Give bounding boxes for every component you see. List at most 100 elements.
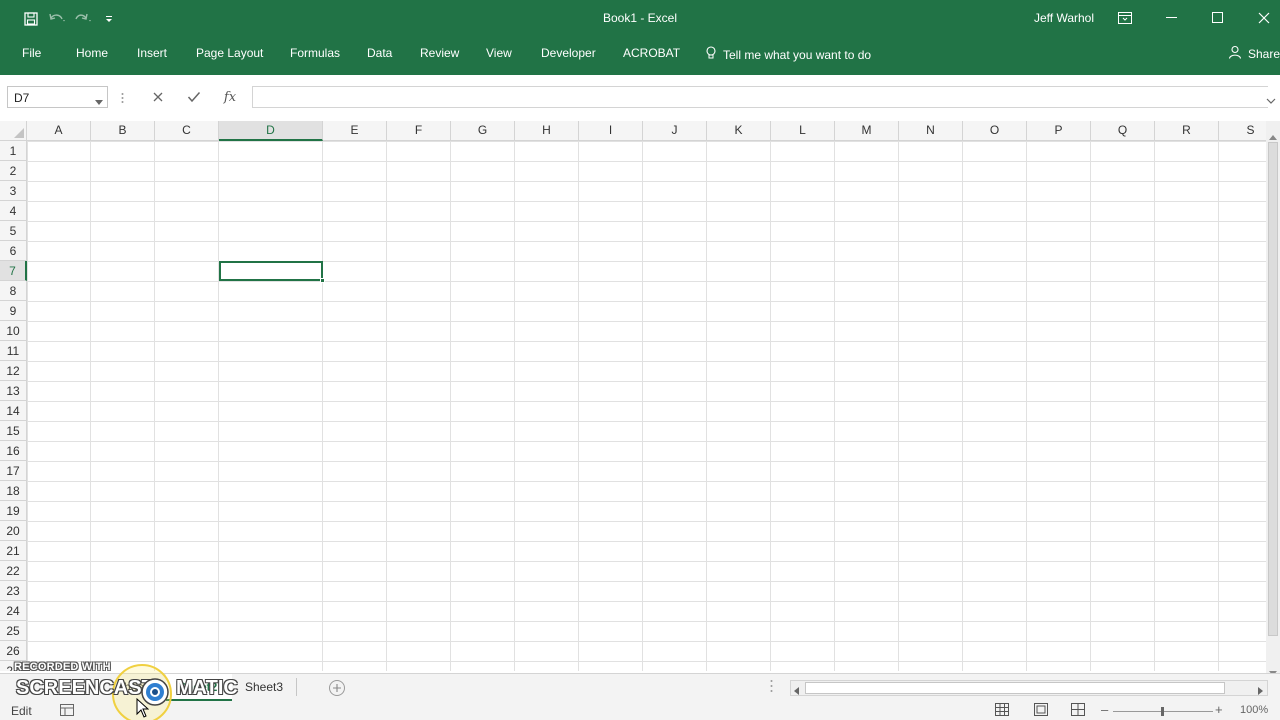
row-header-6[interactable]: 6	[0, 241, 27, 261]
tab-insert[interactable]: Insert	[137, 46, 167, 60]
tell-me-search[interactable]: Tell me what you want to do	[705, 46, 871, 63]
tab-formulas[interactable]: Formulas	[290, 46, 340, 60]
normal-view-icon[interactable]	[995, 703, 1009, 719]
row-header-27[interactable]: 27	[0, 661, 27, 671]
fill-handle[interactable]	[320, 278, 325, 283]
share-button[interactable]: Share	[1228, 45, 1280, 62]
zoom-slider-thumb[interactable]	[1161, 707, 1164, 716]
row-header-5[interactable]: 5	[0, 221, 27, 241]
tell-me-label: Tell me what you want to do	[723, 47, 872, 62]
macro-recording-icon[interactable]	[60, 704, 74, 719]
row-header-12[interactable]: 12	[0, 361, 27, 381]
column-header-e[interactable]: E	[323, 121, 387, 141]
row-header-10[interactable]: 10	[0, 321, 27, 341]
vertical-scroll-thumb[interactable]	[1268, 142, 1278, 636]
tab-home[interactable]: Home	[76, 46, 108, 60]
page-break-preview-icon[interactable]	[1071, 703, 1085, 719]
column-header-q[interactable]: Q	[1091, 121, 1155, 141]
column-header-h[interactable]: H	[515, 121, 579, 141]
worksheet-grid[interactable]: ABCDEFGHIJKLMNOPQRS 1 2 3 4 5 6 7 8 9 10 11 12 13 14 1…	[0, 121, 1266, 671]
row-header-1[interactable]: 1	[0, 141, 27, 161]
zoom-out-icon[interactable]: –	[1101, 702, 1108, 717]
name-box[interactable]: D7	[7, 86, 108, 108]
sheet-tab-2[interactable]: Sheet2	[166, 674, 232, 701]
row-header-20[interactable]: 20	[0, 521, 27, 541]
scroll-left-icon[interactable]	[794, 684, 799, 698]
row-header-3[interactable]: 3	[0, 181, 27, 201]
row-header-4[interactable]: 4	[0, 201, 27, 221]
row-header-22[interactable]: 22	[0, 561, 27, 581]
column-gridline	[450, 141, 451, 671]
cell-area[interactable]	[27, 141, 1266, 671]
row-header-24[interactable]: 24	[0, 601, 27, 621]
row-header-9[interactable]: 9	[0, 301, 27, 321]
column-header-b[interactable]: B	[91, 121, 155, 141]
row-header-26[interactable]: 26	[0, 641, 27, 661]
insert-function-icon[interactable]: fx	[221, 88, 239, 106]
tab-review[interactable]: Review	[420, 46, 459, 60]
column-header-a[interactable]: A	[27, 121, 91, 141]
ribbon-display-icon[interactable]	[1110, 4, 1140, 32]
tab-page-layout[interactable]: Page Layout	[196, 46, 263, 60]
row-header-16[interactable]: 16	[0, 441, 27, 461]
column-header-c[interactable]: C	[155, 121, 219, 141]
row-header-14[interactable]: 14	[0, 401, 27, 421]
row-header-7[interactable]: 7	[0, 261, 27, 281]
sheet-tab-3[interactable]: Sheet3	[233, 674, 295, 701]
row-header-18[interactable]: 18	[0, 481, 27, 501]
row-header-21[interactable]: 21	[0, 541, 27, 561]
column-header-l[interactable]: L	[771, 121, 835, 141]
column-header-d[interactable]: D	[219, 121, 323, 141]
expand-formula-icon[interactable]	[1266, 92, 1276, 110]
column-header-i[interactable]: I	[579, 121, 643, 141]
tab-view[interactable]: View	[486, 46, 512, 60]
column-header-g[interactable]: G	[451, 121, 515, 141]
column-header-j[interactable]: J	[643, 121, 707, 141]
column-gridline	[386, 141, 387, 671]
column-header-s[interactable]: S	[1219, 121, 1266, 141]
column-header-k[interactable]: K	[707, 121, 771, 141]
drag-handle-icon[interactable]	[121, 91, 124, 103]
tab-developer[interactable]: Developer	[541, 46, 596, 60]
active-cell[interactable]	[219, 261, 323, 281]
close-icon[interactable]	[1249, 4, 1279, 32]
chevron-down-icon[interactable]	[95, 94, 103, 108]
tab-acrobat[interactable]: ACROBAT	[623, 46, 680, 60]
column-header-o[interactable]: O	[963, 121, 1027, 141]
row-header-17[interactable]: 17	[0, 461, 27, 481]
column-header-n[interactable]: N	[899, 121, 963, 141]
column-gridline	[1154, 141, 1155, 671]
horizontal-scroll-thumb[interactable]	[805, 682, 1225, 694]
cancel-icon[interactable]	[149, 88, 167, 106]
column-header-m[interactable]: M	[835, 121, 899, 141]
select-all-button[interactable]	[0, 121, 27, 141]
row-header-11[interactable]: 11	[0, 341, 27, 361]
row-header-8[interactable]: 8	[0, 281, 27, 301]
minimize-icon[interactable]	[1157, 4, 1187, 32]
formula-input[interactable]	[252, 86, 1268, 108]
row-header-15[interactable]: 15	[0, 421, 27, 441]
page-layout-view-icon[interactable]	[1034, 703, 1048, 719]
maximize-icon[interactable]	[1203, 4, 1233, 32]
enter-check-icon[interactable]	[185, 88, 203, 106]
user-name[interactable]: Jeff Warhol	[1034, 11, 1094, 25]
column-gridline	[322, 141, 323, 671]
column-gridline	[1026, 141, 1027, 671]
row-header-13[interactable]: 13	[0, 381, 27, 401]
scroll-right-icon[interactable]	[1258, 684, 1263, 698]
column-header-f[interactable]: F	[387, 121, 451, 141]
row-header-2[interactable]: 2	[0, 161, 27, 181]
tab-split-handle-icon[interactable]	[770, 679, 773, 696]
column-header-r[interactable]: R	[1155, 121, 1219, 141]
row-header-23[interactable]: 23	[0, 581, 27, 601]
name-box-value: D7	[14, 91, 30, 105]
tab-file[interactable]: File	[22, 46, 41, 60]
zoom-level[interactable]: 100%	[1240, 704, 1268, 716]
tab-data[interactable]: Data	[367, 46, 392, 60]
zoom-in-icon[interactable]: +	[1215, 702, 1223, 717]
column-gridline	[90, 141, 91, 671]
row-header-25[interactable]: 25	[0, 621, 27, 641]
new-sheet-button[interactable]	[329, 680, 345, 696]
column-header-p[interactable]: P	[1027, 121, 1091, 141]
row-header-19[interactable]: 19	[0, 501, 27, 521]
